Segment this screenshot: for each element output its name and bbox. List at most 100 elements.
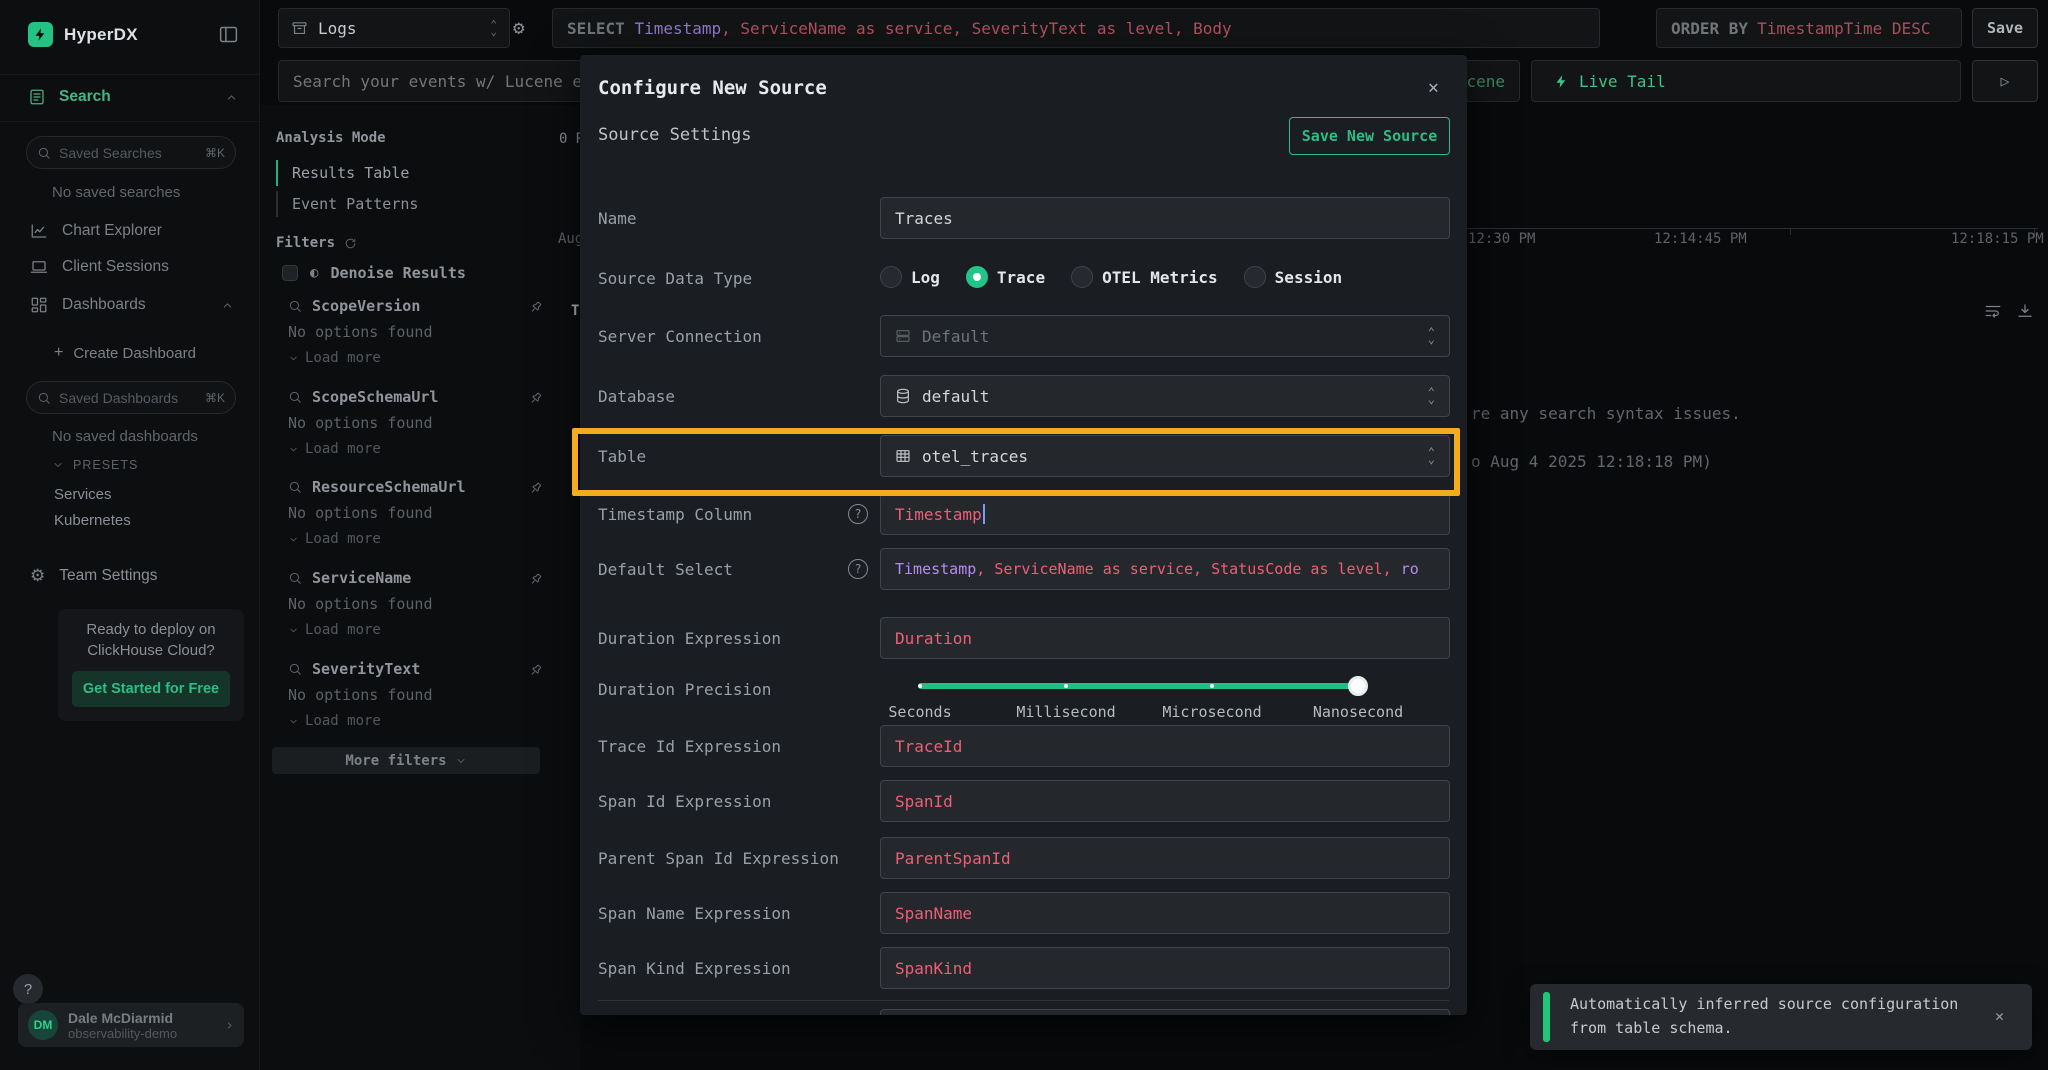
saved-searches-kbd: ⌘K — [205, 146, 225, 160]
database-select[interactable]: default ⌃⌄ — [880, 375, 1450, 417]
server-connection-select[interactable]: Default ⌃⌄ — [880, 315, 1450, 357]
sidebar-item-client-sessions[interactable]: Client Sessions — [30, 258, 169, 276]
radio-otel-metrics[interactable]: OTEL Metrics — [1071, 266, 1218, 288]
chart-explorer-icon — [30, 222, 48, 240]
close-icon[interactable]: ✕ — [1428, 77, 1439, 98]
toast-line2: from table schema. — [1570, 1019, 1733, 1037]
toast-close-icon[interactable]: ✕ — [1995, 1007, 2004, 1025]
app-logo[interactable]: HyperDX — [28, 22, 138, 47]
filter-group-name[interactable]: ScopeSchemaUrl — [312, 388, 438, 406]
denoise-icon: ◐ — [310, 265, 318, 281]
sidebar: HyperDX Search Saved Searches ⌘K No save… — [0, 0, 260, 1070]
order-by-input[interactable]: ORDER BY TimestampTime DESC — [1656, 8, 1962, 48]
span-kind-input[interactable]: SpanKind — [880, 947, 1450, 989]
help-button[interactable]: ? — [13, 974, 43, 1004]
collapse-sidebar-icon[interactable] — [218, 24, 239, 45]
refresh-icon[interactable] — [344, 237, 357, 250]
more-filters-button[interactable]: More filters — [272, 747, 540, 774]
create-dashboard-button[interactable]: + Create Dashboard — [54, 344, 196, 362]
filter-group-name[interactable]: SeverityText — [312, 660, 420, 678]
server-connection-label: Server Connection — [598, 327, 762, 346]
toast-accent-bar — [1543, 992, 1550, 1042]
load-more-button[interactable]: Load more — [288, 350, 558, 366]
mode-event-patterns[interactable]: Event Patterns — [276, 191, 418, 217]
sql-keyword: SELECT — [567, 19, 625, 38]
default-select-input[interactable]: Timestamp, ServiceName as service, Statu… — [880, 548, 1450, 590]
timeline-axis[interactable] — [1467, 228, 2038, 229]
help-icon[interactable]: ? — [848, 504, 868, 524]
parent-span-id-input[interactable]: ParentSpanId — [880, 837, 1450, 879]
clipped-input[interactable] — [880, 1009, 1450, 1015]
table-label: Table — [598, 447, 646, 466]
pin-icon[interactable] — [529, 480, 544, 495]
filters-header: Filters — [276, 235, 357, 251]
radio-session[interactable]: Session — [1244, 266, 1342, 288]
radio-circle — [1071, 266, 1093, 288]
user-menu[interactable]: DM Dale McDiarmid observability-demo › — [18, 1003, 244, 1047]
preset-item-kubernetes[interactable]: Kubernetes — [54, 512, 131, 529]
table-select[interactable]: otel_traces ⌃⌄ — [880, 435, 1450, 477]
toast-notification: Automatically inferred source configurat… — [1530, 984, 2032, 1050]
sidebar-item-dashboards[interactable]: Dashboards — [30, 296, 234, 314]
get-started-button[interactable]: Get Started for Free — [72, 671, 230, 707]
saved-searches-input[interactable]: Saved Searches ⌘K — [26, 136, 236, 169]
divider — [598, 1000, 1449, 1001]
presets-toggle[interactable]: PRESETS — [52, 458, 138, 472]
pin-icon[interactable] — [529, 299, 544, 314]
gear-icon[interactable]: ⚙ — [513, 17, 524, 39]
pin-icon[interactable] — [529, 662, 544, 677]
load-more-button[interactable]: Load more — [288, 622, 558, 638]
trace-id-input[interactable]: TraceId — [880, 725, 1450, 767]
nav-label: Client Sessions — [62, 258, 169, 276]
saved-dashboards-placeholder: Saved Dashboards — [59, 390, 178, 406]
database-value: default — [922, 387, 989, 406]
sidebar-item-chart-explorer[interactable]: Chart Explorer — [30, 222, 162, 240]
slider-thumb[interactable] — [1348, 676, 1368, 696]
duration-precision-label: Duration Precision — [598, 680, 771, 699]
download-icon[interactable] — [2016, 302, 2034, 320]
duration-precision-slider[interactable] — [918, 683, 1358, 689]
span-id-input[interactable]: SpanId — [880, 780, 1450, 822]
help-icon[interactable]: ? — [848, 559, 868, 579]
load-more-button[interactable]: Load more — [288, 531, 558, 547]
chevron-updown-icon: ⌃⌄ — [1428, 449, 1435, 463]
sidebar-item-team-settings[interactable]: ⚙ Team Settings — [30, 566, 157, 586]
load-more-button[interactable]: Load more — [288, 713, 558, 729]
source-select[interactable]: Logs ⌃⌄ — [278, 8, 510, 48]
duration-expression-input[interactable]: Duration — [880, 617, 1450, 659]
live-tail-button[interactable]: Live Tail — [1531, 60, 1961, 102]
mode-results-table[interactable]: Results Table — [276, 160, 409, 186]
load-more-button[interactable]: Load more — [288, 441, 558, 457]
sidebar-item-search[interactable]: Search — [28, 88, 238, 106]
app-name: HyperDX — [64, 25, 138, 45]
wrap-text-icon[interactable] — [1984, 302, 2002, 320]
span-name-input[interactable]: SpanName — [880, 892, 1450, 934]
radio-circle-selected — [966, 266, 988, 288]
preset-item-services[interactable]: Services — [54, 486, 112, 503]
filter-group-name[interactable]: ScopeVersion — [312, 297, 420, 315]
filter-group-name[interactable]: ResourceSchemaUrl — [312, 478, 466, 496]
cloud-card-line2: ClickHouse Cloud? — [58, 642, 244, 659]
timestamp-column-value: Timestamp — [895, 505, 982, 524]
saved-dashboards-input[interactable]: Saved Dashboards ⌘K — [26, 381, 236, 414]
sql-select-input[interactable]: SELECT Timestamp, ServiceName as service… — [552, 8, 1600, 48]
load-more-label: Load more — [305, 350, 381, 366]
search-icon — [288, 299, 302, 313]
pin-icon[interactable] — [529, 390, 544, 405]
radio-trace[interactable]: Trace — [966, 266, 1045, 288]
filter-group-name[interactable]: ServiceName — [312, 569, 411, 587]
denoise-checkbox[interactable] — [282, 265, 298, 281]
radio-log[interactable]: Log — [880, 266, 940, 288]
denoise-row[interactable]: ◐ Denoise Results — [282, 264, 466, 282]
save-button[interactable]: Save — [1972, 8, 2038, 48]
load-more-label: Load more — [305, 713, 381, 729]
name-input[interactable]: Traces — [880, 197, 1450, 239]
lightning-icon — [1554, 74, 1569, 89]
client-sessions-icon — [30, 258, 48, 276]
name-value: Traces — [895, 209, 953, 228]
timestamp-column-input[interactable]: Timestamp — [880, 493, 1450, 535]
load-more-label: Load more — [305, 622, 381, 638]
run-query-button[interactable]: ▷ — [1972, 60, 2038, 102]
save-new-source-button[interactable]: Save New Source — [1289, 117, 1450, 155]
pin-icon[interactable] — [529, 571, 544, 586]
